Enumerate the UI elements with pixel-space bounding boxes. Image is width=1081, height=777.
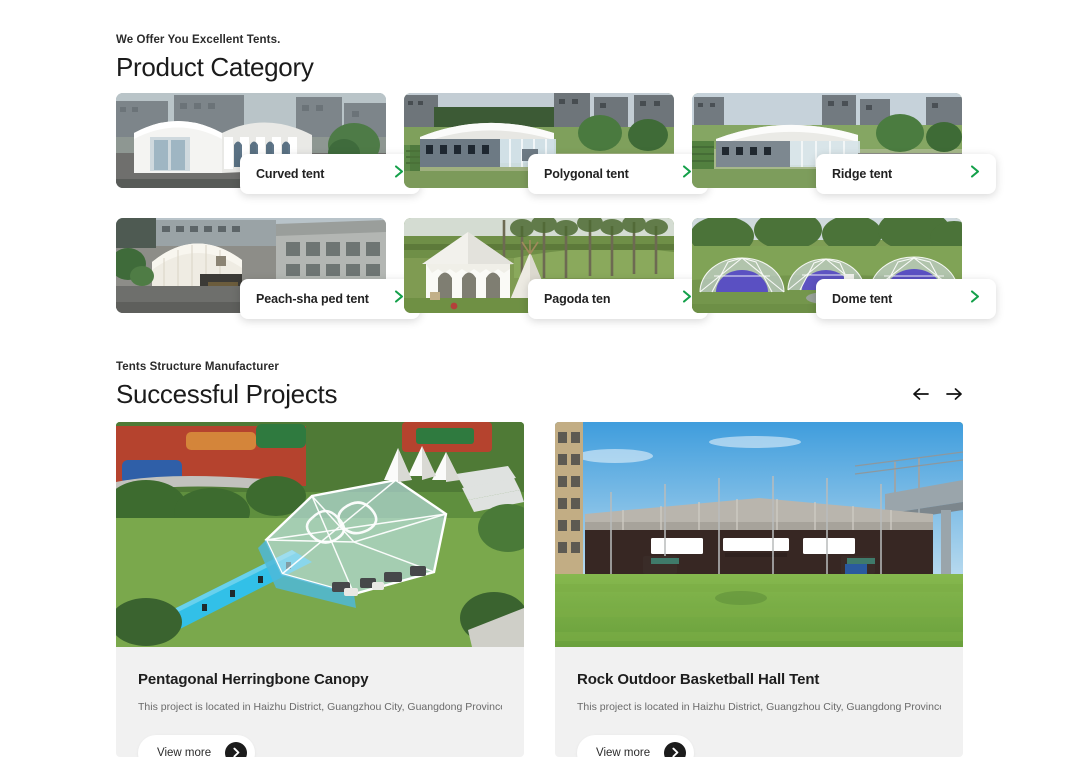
category-label-button[interactable]: Polygonal tent (528, 154, 708, 194)
category-label-text: Ridge tent (832, 167, 893, 181)
view-more-label: View more (596, 746, 651, 757)
category-label-button[interactable]: Pagoda ten (528, 279, 708, 319)
category-card[interactable]: Pagoda ten (404, 218, 708, 342)
category-label-button[interactable]: Dome tent (816, 279, 996, 319)
view-more-button[interactable]: View more (138, 734, 256, 757)
chevron-right-icon (970, 165, 981, 183)
project-card[interactable]: Pentagonal Herringbone Canopy This proje… (116, 422, 524, 757)
project-image (555, 422, 963, 647)
projects-eyebrow: Tents Structure Manufacturer (116, 361, 279, 373)
project-body: Pentagonal Herringbone Canopy This proje… (116, 647, 524, 757)
arrow-left-icon[interactable] (910, 384, 930, 404)
chevron-right-circle-icon (664, 741, 687, 757)
category-label-text: Pagoda ten (544, 292, 611, 306)
arrow-right-icon[interactable] (944, 384, 964, 404)
category-label-text: Dome tent (832, 292, 893, 306)
category-label-text: Curved tent (256, 167, 325, 181)
category-label-text: Peach-sha ped tent (256, 292, 369, 306)
category-label-button[interactable]: Ridge tent (816, 154, 996, 194)
product-category-grid: Curved tent Polygonal tent Ridge tent Pe… (116, 93, 996, 342)
project-title: Pentagonal Herringbone Canopy (138, 671, 369, 688)
category-card[interactable]: Polygonal tent (404, 93, 708, 217)
category-label-text: Polygonal tent (544, 167, 629, 181)
carousel-nav (910, 384, 964, 410)
chevron-right-circle-icon (225, 741, 248, 757)
page-root: We Offer You Excellent Tents. Product Ca… (0, 0, 1081, 777)
chevron-right-icon (970, 290, 981, 308)
project-image (116, 422, 524, 647)
project-body: Rock Outdoor Basketball Hall Tent This p… (555, 647, 963, 757)
category-label-button[interactable]: Curved tent (240, 154, 420, 194)
projects-title: Successful Projects (116, 379, 338, 409)
project-card[interactable]: Rock Outdoor Basketball Hall Tent This p… (555, 422, 963, 757)
category-card[interactable]: Peach-sha ped tent (116, 218, 420, 342)
projects-heading-row: Tents Structure Manufacturer Successful … (116, 361, 964, 410)
view-more-label: View more (157, 746, 212, 757)
category-card[interactable]: Curved tent (116, 93, 420, 217)
product-category-eyebrow: We Offer You Excellent Tents. (116, 34, 281, 46)
project-description: This project is located in Haizhu Distri… (138, 701, 502, 713)
category-card[interactable]: Ridge tent (692, 93, 996, 217)
product-category-heading: We Offer You Excellent Tents. Product Ca… (116, 34, 314, 83)
project-title: Rock Outdoor Basketball Hall Tent (577, 671, 820, 688)
projects-grid: Pentagonal Herringbone Canopy This proje… (116, 422, 963, 757)
projects-heading: Tents Structure Manufacturer Successful … (116, 361, 337, 410)
category-card[interactable]: Dome tent (692, 218, 996, 342)
category-label-button[interactable]: Peach-sha ped tent (240, 279, 420, 319)
project-description: This project is located in Haizhu Distri… (577, 701, 941, 713)
product-category-title: Product Category (116, 52, 314, 82)
view-more-button[interactable]: View more (577, 734, 695, 757)
